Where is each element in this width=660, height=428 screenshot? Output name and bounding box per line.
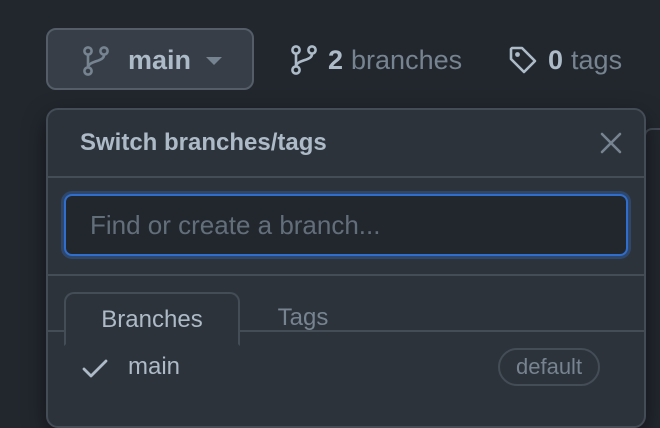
current-branch-label: main — [128, 45, 192, 75]
tags-count: 0 — [548, 45, 564, 75]
dropdown-title: Switch branches/tags — [80, 129, 327, 156]
dropdown-header: Switch branches/tags — [48, 110, 644, 178]
branch-filter-input[interactable] — [64, 194, 628, 256]
tab-branches[interactable]: Branches — [64, 292, 240, 346]
dropdown-tabs: Branches Tags — [48, 276, 644, 346]
tags-count-link[interactable]: 0 tags — [508, 40, 622, 80]
git-branch-icon — [83, 46, 109, 76]
branch-switcher-dropdown: Switch branches/tags Branches Tags main … — [46, 108, 646, 428]
filter-section — [48, 178, 644, 276]
tags-label: tags — [571, 45, 623, 75]
tag-icon — [509, 46, 537, 74]
default-badge: default — [498, 348, 601, 386]
branch-name: main — [128, 353, 181, 380]
check-icon — [82, 359, 108, 378]
branch-select-button[interactable]: main — [46, 28, 254, 90]
branches-count: 2 — [328, 45, 344, 75]
triangle-down-icon — [206, 57, 222, 65]
background-panel-edge — [644, 128, 660, 416]
git-branch-icon — [291, 45, 317, 75]
branches-label: branches — [351, 45, 463, 75]
close-icon[interactable] — [598, 130, 624, 156]
branches-count-link[interactable]: 2 branches — [290, 40, 462, 80]
